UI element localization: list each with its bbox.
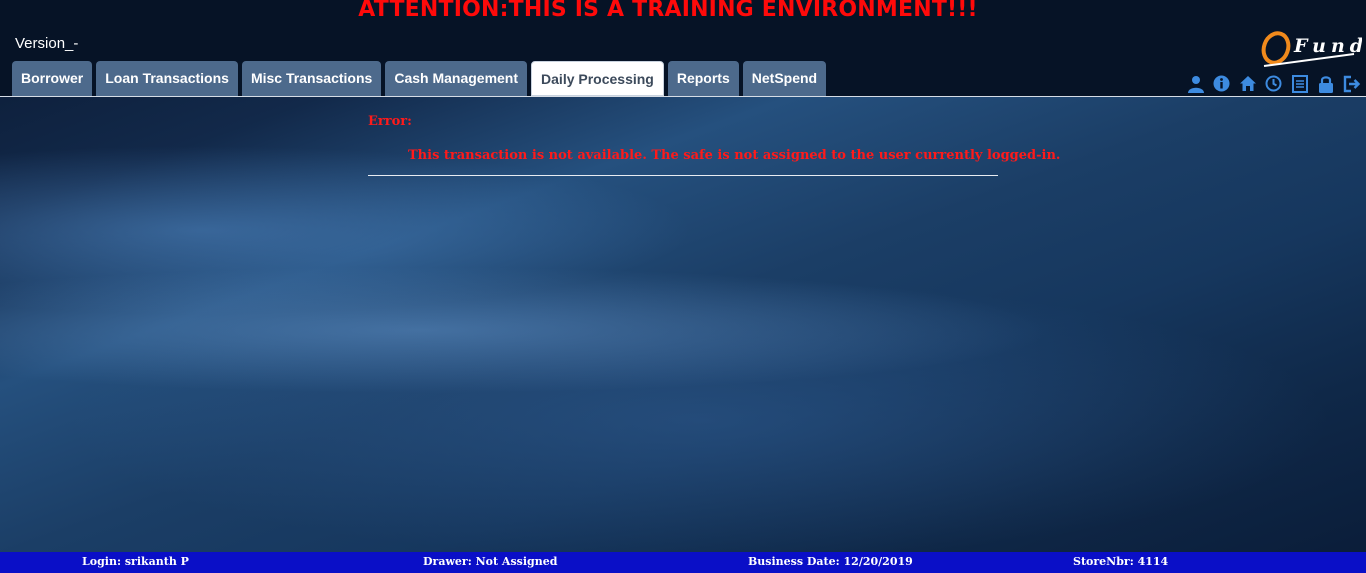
- qfund-logo: Fund: [1258, 28, 1363, 72]
- error-divider: [368, 175, 998, 176]
- tab-misc-transactions[interactable]: Misc Transactions: [241, 61, 382, 96]
- tab-daily-processing[interactable]: Daily Processing: [531, 61, 664, 96]
- tab-reports[interactable]: Reports: [667, 61, 739, 96]
- store-number: StoreNbr: 4114: [1073, 555, 1169, 568]
- tab-loan-transactions[interactable]: Loan Transactions: [96, 61, 238, 96]
- tab-divider: [0, 96, 1366, 97]
- user-icon[interactable]: [1186, 74, 1205, 93]
- home-icon[interactable]: [1238, 74, 1257, 93]
- tab-netspend[interactable]: NetSpend: [742, 61, 827, 96]
- tab-borrower[interactable]: Borrower: [12, 61, 93, 96]
- logo-text: Fund: [1293, 35, 1362, 57]
- list-icon[interactable]: [1290, 74, 1309, 93]
- main-tabs: Borrower Loan Transactions Misc Transact…: [12, 61, 827, 96]
- tab-cash-management[interactable]: Cash Management: [385, 61, 528, 96]
- error-title: Error:: [368, 114, 412, 129]
- clock-icon[interactable]: [1264, 74, 1283, 93]
- drawer-status: Drawer: Not Assigned: [423, 555, 558, 568]
- info-icon[interactable]: [1212, 74, 1231, 93]
- logout-icon[interactable]: [1342, 74, 1361, 93]
- lock-icon[interactable]: [1316, 74, 1335, 93]
- error-panel: Error: This transaction is not available…: [368, 114, 1061, 176]
- login-status: Login: srikanth P: [82, 555, 189, 568]
- error-message: This transaction is not available. The s…: [408, 148, 1061, 163]
- version-label: Version_-: [15, 35, 79, 52]
- toolbar-icons: [1186, 74, 1361, 93]
- training-banner: ATTENTION:THIS IS A TRAINING ENVIRONMENT…: [358, 0, 978, 22]
- status-bar: Login: srikanth P Drawer: Not Assigned B…: [0, 552, 1366, 573]
- business-date: Business Date: 12/20/2019: [748, 555, 913, 568]
